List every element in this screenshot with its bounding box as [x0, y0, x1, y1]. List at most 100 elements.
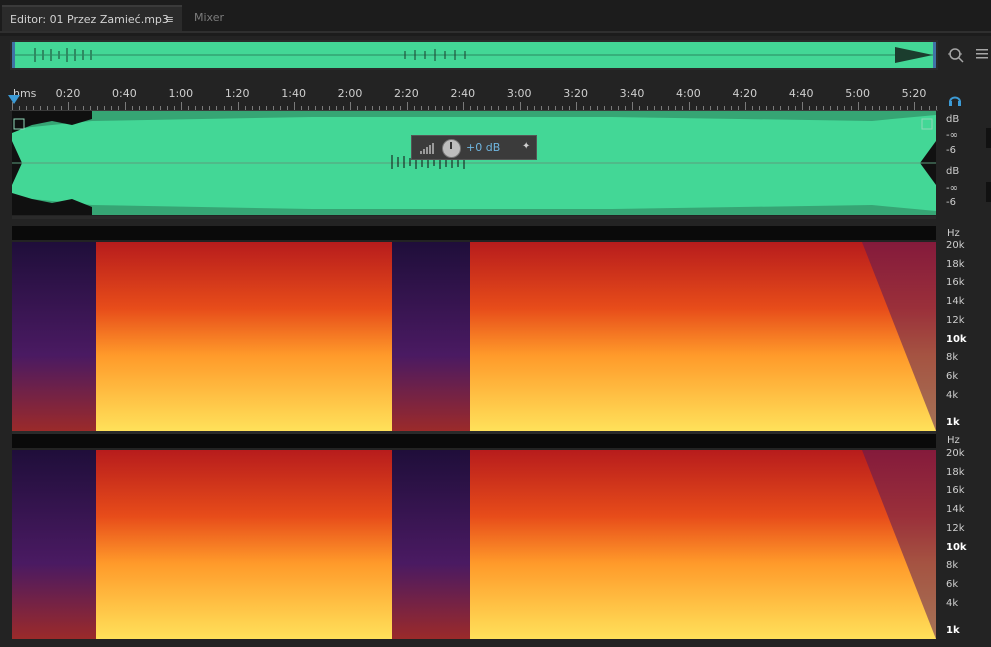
ruler-tick — [519, 102, 521, 110]
playhead-marker[interactable] — [8, 95, 20, 104]
ruler-tick — [279, 106, 281, 110]
headphones-icon[interactable] — [947, 92, 963, 112]
ruler-tick — [858, 102, 859, 110]
pane-divider[interactable] — [12, 216, 936, 219]
ruler-tick — [702, 106, 704, 110]
ruler-tick — [717, 106, 718, 110]
scroll-handle[interactable] — [986, 182, 991, 202]
ruler-tick — [583, 106, 585, 110]
ruler-tick — [33, 106, 35, 110]
hz-unit-bottom: Hz — [947, 435, 960, 446]
ruler-tick — [89, 106, 91, 110]
ruler-tick — [787, 106, 789, 110]
spectral-bottom — [12, 450, 936, 639]
ruler-tick — [618, 106, 620, 110]
ruler-tick — [456, 106, 458, 110]
ruler-tick — [646, 106, 648, 110]
ruler-label: 4:00 — [676, 87, 701, 100]
ruler-tick — [420, 106, 422, 110]
tab-editor[interactable]: Editor: 01 Przez Zamieć.mp3 ≡ — [2, 5, 182, 31]
ruler-tick — [181, 102, 183, 110]
gain-value[interactable]: +0 dB — [466, 141, 500, 154]
ruler-tick — [695, 106, 697, 110]
ruler-tick — [406, 102, 408, 110]
ruler-tick — [759, 106, 761, 110]
ruler-tick — [145, 106, 147, 110]
ruler-tick — [886, 106, 888, 110]
ruler-tick — [343, 106, 345, 110]
ruler-tick — [153, 106, 154, 110]
zoom-icon[interactable] — [947, 46, 965, 68]
waveform-envelope — [12, 111, 936, 215]
ruler-tick — [590, 106, 592, 110]
pin-icon[interactable]: ✦ — [522, 141, 530, 152]
hz-label: 4k — [946, 598, 959, 609]
ruler-tick — [688, 102, 690, 110]
ruler-tick — [547, 106, 549, 110]
overview-visible-range[interactable] — [12, 42, 936, 68]
hz-label: 16k — [946, 277, 965, 288]
ruler-tick — [829, 106, 831, 110]
ruler-tick — [935, 106, 937, 110]
ruler-tick — [576, 102, 577, 110]
ruler-tick — [766, 106, 768, 110]
waveform-overview[interactable] — [10, 40, 938, 70]
ruler-tick — [350, 102, 352, 110]
ruler-tick — [808, 106, 810, 110]
ruler-tick — [900, 106, 902, 110]
ruler-tick — [160, 106, 162, 110]
ruler-tick — [301, 106, 303, 110]
db-inf-bottom: -∞ — [946, 183, 958, 194]
ruler-label: 2:40 — [450, 87, 476, 100]
ruler-tick — [526, 106, 528, 110]
hz-label: 6k — [946, 371, 959, 382]
ruler-tick — [40, 106, 42, 110]
spectral-display-bottom[interactable] — [12, 434, 936, 639]
tab-mixer[interactable]: Mixer — [186, 5, 246, 31]
hz-label: 8k — [946, 352, 959, 363]
ruler-tick — [914, 102, 916, 110]
db-scale: dB -∞ -6 dB -∞ -6 — [940, 112, 990, 216]
ruler-tick — [463, 102, 465, 110]
time-ruler[interactable]: hms 0:20 0:40 1:00 1:20 1:40 2:00 2:20 2:40 3:00… — [10, 85, 938, 111]
ruler-tick — [681, 106, 683, 110]
ruler-label: 1:40 — [281, 87, 306, 100]
ruler-label: 5:20 — [901, 87, 927, 100]
hz-label: 14k — [946, 504, 965, 515]
ruler-tick — [625, 106, 627, 110]
ruler-tick — [174, 106, 176, 110]
menu-icon[interactable] — [974, 46, 990, 66]
ruler-tick — [660, 106, 662, 110]
gain-knob[interactable] — [442, 139, 461, 158]
ruler-tick — [230, 106, 232, 110]
spectral-display-top[interactable] — [12, 226, 936, 431]
ruler-tick — [399, 106, 401, 110]
ruler-label: 5:00 — [845, 87, 870, 100]
spectral-band — [12, 434, 936, 448]
ruler-tick — [68, 102, 70, 110]
hz-label: 8k — [946, 560, 959, 571]
ruler-tick — [632, 102, 634, 110]
ruler-tick — [294, 102, 295, 110]
hz-label: 10k — [946, 542, 967, 553]
ruler-tick — [413, 106, 415, 110]
ruler-tick — [794, 106, 796, 110]
volume-hud[interactable]: +0 dB ✦ — [411, 135, 537, 160]
ruler-tick — [505, 106, 507, 110]
hz-label: 1k — [946, 417, 960, 428]
ruler-tick — [477, 106, 479, 110]
tab-divider — [0, 31, 991, 33]
ruler-tick — [329, 106, 331, 110]
fade-out-handle — [921, 118, 933, 130]
ruler-tick — [865, 106, 867, 110]
ruler-tick — [336, 106, 338, 110]
ruler-tick — [568, 106, 570, 110]
hz-label: 4k — [946, 390, 959, 401]
menu-icon[interactable]: ≡ — [165, 7, 174, 33]
spectral-band — [12, 226, 936, 240]
ruler-label: 3:40 — [619, 87, 645, 100]
ruler-label: 0:40 — [112, 87, 137, 100]
scroll-handle[interactable] — [986, 128, 991, 148]
ruler-tick — [611, 106, 613, 110]
ruler-tick — [484, 106, 486, 110]
